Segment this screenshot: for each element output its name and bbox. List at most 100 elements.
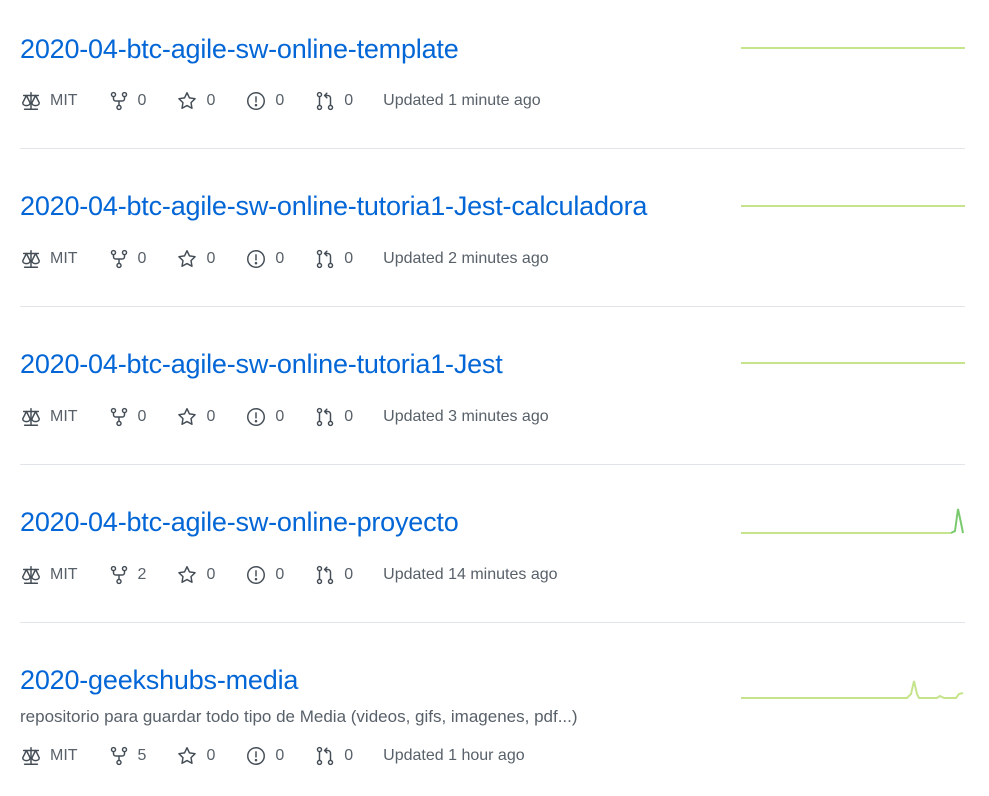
law-icon <box>20 406 42 428</box>
repo-item: 2020-04-btc-agile-sw-online-tutoria1-Jes… <box>20 149 965 307</box>
issues-link[interactable]: 0 <box>245 248 284 270</box>
git-pull-request-icon <box>314 90 336 112</box>
spark-line-active <box>950 508 964 534</box>
spark-line <box>741 680 964 699</box>
issues-count: 0 <box>275 408 285 425</box>
forks-link[interactable]: 0 <box>108 406 147 428</box>
issue-opened-icon <box>245 745 267 767</box>
license: MIT <box>20 248 78 270</box>
repo-forked-icon <box>108 564 130 586</box>
issue-opened-icon <box>245 406 267 428</box>
law-icon <box>20 564 42 586</box>
star-icon <box>176 248 198 270</box>
git-pull-request-icon <box>314 564 336 586</box>
license-label: MIT <box>50 250 78 267</box>
updated-time: Updated 1 minute ago <box>383 92 541 109</box>
issue-opened-icon <box>245 564 267 586</box>
pulls-link[interactable]: 0 <box>314 745 353 767</box>
repo-name-link[interactable]: 2020-04-btc-agile-sw-online-tutoria1-Jes… <box>20 191 647 222</box>
issues-count: 0 <box>275 747 285 764</box>
forks-count: 2 <box>137 566 147 583</box>
repo-meta: MIT 2 0 0 0 Updated 14 minutes ago <box>20 563 588 587</box>
stars-count: 0 <box>206 747 216 764</box>
repo-forked-icon <box>108 406 130 428</box>
repo-meta: MIT 0 0 0 0 Updated 2 minutes ago <box>20 247 579 271</box>
repo-forked-icon <box>108 248 130 270</box>
repo-meta: MIT 0 0 0 0 Updated 1 minute ago <box>20 89 571 113</box>
repo-item: 2020-04-btc-agile-sw-online-tutoria1-Jes… <box>20 307 965 465</box>
forks-link[interactable]: 0 <box>108 90 147 112</box>
law-icon <box>20 745 42 767</box>
repo-meta: MIT 5 0 0 0 Updated 1 hour ago <box>20 744 555 768</box>
pulls-count: 0 <box>344 250 354 267</box>
forks-count: 0 <box>137 92 147 109</box>
license-label: MIT <box>50 92 78 109</box>
repo-name-link[interactable]: 2020-04-btc-agile-sw-online-tutoria1-Jes… <box>20 349 503 380</box>
law-icon <box>20 248 42 270</box>
license-label: MIT <box>50 566 78 583</box>
pulls-count: 0 <box>344 566 354 583</box>
repo-name-link[interactable]: 2020-04-btc-agile-sw-online-proyecto <box>20 507 459 538</box>
stars-count: 0 <box>206 250 216 267</box>
repo-name-link[interactable]: 2020-geekshubs-media <box>20 665 298 696</box>
stars-link[interactable]: 0 <box>176 90 215 112</box>
pulls-link[interactable]: 0 <box>314 248 353 270</box>
stars-link[interactable]: 0 <box>176 745 215 767</box>
activity-sparkline <box>741 205 965 207</box>
forks-link[interactable]: 0 <box>108 248 147 270</box>
license-label: MIT <box>50 408 78 425</box>
git-pull-request-icon <box>314 745 336 767</box>
issue-opened-icon <box>245 90 267 112</box>
forks-count: 0 <box>137 408 147 425</box>
star-icon <box>176 406 198 428</box>
issues-link[interactable]: 0 <box>245 406 284 428</box>
repo-meta: MIT 0 0 0 0 Updated 3 minutes ago <box>20 405 579 429</box>
stars-count: 0 <box>206 92 216 109</box>
repo-name-link[interactable]: 2020-04-btc-agile-sw-online-template <box>20 34 459 65</box>
law-icon <box>20 90 42 112</box>
pulls-count: 0 <box>344 747 354 764</box>
star-icon <box>176 90 198 112</box>
stars-link[interactable]: 0 <box>176 564 215 586</box>
repo-description: repositorio para guardar todo tipo de Me… <box>20 707 578 726</box>
repo-item: 2020-04-btc-agile-sw-online-proyecto MIT… <box>20 465 965 623</box>
license: MIT <box>20 90 78 112</box>
pulls-count: 0 <box>344 92 354 109</box>
activity-sparkline <box>741 362 965 364</box>
issue-opened-icon <box>245 248 267 270</box>
license: MIT <box>20 406 78 428</box>
pulls-link[interactable]: 0 <box>314 406 353 428</box>
updated-time: Updated 1 hour ago <box>383 747 525 764</box>
stars-count: 0 <box>206 408 216 425</box>
activity-sparkline <box>741 508 964 534</box>
updated-time: Updated 14 minutes ago <box>383 566 558 583</box>
activity-sparkline <box>741 47 965 49</box>
forks-link[interactable]: 5 <box>108 745 147 767</box>
issues-count: 0 <box>275 566 285 583</box>
git-pull-request-icon <box>314 406 336 428</box>
pulls-link[interactable]: 0 <box>314 90 353 112</box>
stars-link[interactable]: 0 <box>176 406 215 428</box>
repo-forked-icon <box>108 745 130 767</box>
stars-count: 0 <box>206 566 216 583</box>
star-icon <box>176 564 198 586</box>
updated-time: Updated 2 minutes ago <box>383 250 549 267</box>
issues-count: 0 <box>275 250 285 267</box>
issues-link[interactable]: 0 <box>245 745 284 767</box>
stars-link[interactable]: 0 <box>176 248 215 270</box>
forks-count: 5 <box>137 747 147 764</box>
license-label: MIT <box>50 747 78 764</box>
issues-link[interactable]: 0 <box>245 90 284 112</box>
issues-count: 0 <box>275 92 285 109</box>
forks-link[interactable]: 2 <box>108 564 147 586</box>
issues-link[interactable]: 0 <box>245 564 284 586</box>
repo-item: 2020-geekshubs-media repositorio para gu… <box>20 623 965 796</box>
pulls-count: 0 <box>344 408 354 425</box>
pulls-link[interactable]: 0 <box>314 564 353 586</box>
star-icon <box>176 745 198 767</box>
repo-item: 2020-04-btc-agile-sw-online-template MIT… <box>20 0 965 149</box>
activity-sparkline <box>741 680 964 699</box>
license: MIT <box>20 745 78 767</box>
license: MIT <box>20 564 78 586</box>
forks-count: 0 <box>137 250 147 267</box>
